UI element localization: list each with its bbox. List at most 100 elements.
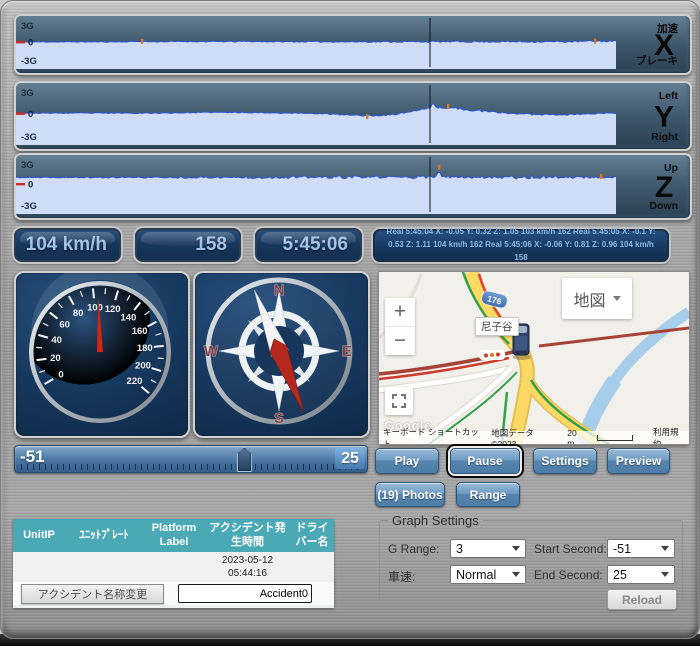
time-display: 5:45:06 [255, 228, 362, 262]
speed-display: 104 km/h [14, 228, 121, 262]
play-button[interactable]: Play [375, 448, 439, 474]
scale-0-label: 0 [28, 38, 33, 49]
zero-tick [16, 183, 25, 185]
scale-neg3g-label: -3G [21, 201, 37, 212]
end-second-select[interactable]: 25 [607, 565, 675, 584]
graph-y[interactable]: 3G0-3GLeftYRight [14, 81, 692, 151]
zoom-out-button[interactable]: − [385, 327, 415, 355]
speed-mode-label: 車速: [388, 568, 415, 585]
table-header-cell: UnitIP [13, 519, 65, 552]
table-cell [143, 552, 205, 582]
fullscreen-button[interactable] [385, 387, 413, 415]
range-button[interactable]: Range [456, 482, 520, 507]
start-second-value: -51 [613, 542, 631, 556]
timeline-slider[interactable]: -51 25 [14, 445, 368, 473]
table-cell [13, 552, 65, 582]
scale-3g-label: 3G [21, 160, 34, 171]
table-cell [65, 552, 143, 582]
slider-min-label: -51 [20, 447, 45, 467]
waveform-fill [16, 172, 616, 214]
preview-button[interactable]: Preview [607, 448, 670, 474]
gauge-tick-label: 220 [127, 376, 143, 387]
event-marker [438, 165, 440, 170]
table-cell: 2023-05-1205:44:16 [205, 552, 290, 582]
pause-button[interactable]: Pause [450, 448, 520, 474]
g-range-value: 3 [456, 542, 463, 556]
table-header-row: UnitIPﾕﾆｯﾄﾌﾟﾚｰﾄPlatform Labelアクシデント発生時間ド… [13, 519, 334, 552]
speed-mode-select[interactable]: Normal [450, 565, 526, 584]
table-header-cell: Platform Label [143, 519, 205, 552]
event-marker [447, 104, 449, 109]
accident-name-input[interactable] [178, 584, 312, 603]
graph-z[interactable]: 3G0-3GUpZDown [14, 153, 692, 220]
map-type-button[interactable]: 地図 [562, 278, 632, 319]
slider-thumb[interactable] [237, 447, 252, 472]
axis-bottom-label: ブレーキ [636, 54, 678, 67]
slider-max-label: 25 [335, 448, 365, 469]
start-second-select[interactable]: -51 [607, 539, 675, 558]
slider-ticks [21, 464, 361, 470]
map-scale-bar [597, 435, 633, 441]
place-label: 尼子谷 [475, 317, 519, 336]
chevron-down-icon [512, 546, 520, 551]
scale-3g-label: 3G [21, 88, 34, 99]
terms-link[interactable]: 利用規約 [653, 426, 685, 445]
settings-button[interactable]: Settings [533, 448, 597, 474]
axis-bottom-label: Down [649, 200, 678, 212]
photos-button[interactable]: (19) Photos [375, 482, 445, 507]
gauge-tick-label: 0 [58, 370, 63, 381]
table-row: 2023-05-1205:44:16 [13, 552, 334, 582]
table-header-cell: アクシデント発生時間 [205, 519, 290, 552]
map-scale-text: 20 m [567, 428, 585, 445]
rename-accident-button[interactable]: アクシデント名称変更 [21, 584, 164, 604]
table-header-cell: ドライバー名 [290, 519, 334, 552]
drive-recorder-dashboard: 3G0-3G加速Xブレーキ3G0-3GLeftYRight3G0-3GUpZDo… [0, 0, 700, 646]
telemetry-log: Real 5:45:04 X: -0.05 Y: 0.32 Z: 1.05 10… [373, 229, 669, 262]
cardinal-N: N [274, 282, 285, 299]
gauge-tick-label: 100 [87, 302, 103, 313]
table-header-cell: ﾕﾆｯﾄﾌﾟﾚｰﾄ [65, 519, 143, 552]
heading-value: 158 [195, 234, 227, 256]
event-marker [600, 174, 602, 179]
chevron-down-icon [512, 572, 520, 577]
graph-x[interactable]: 3G0-3G加速Xブレーキ [14, 14, 692, 75]
scale-3g-label: 3G [21, 21, 34, 32]
zero-tick [16, 113, 25, 115]
compass-panel: NESW [193, 271, 370, 438]
scale-neg3g-label: -3G [21, 132, 37, 143]
speedometer-panel: 020406080100120140160180200220 [14, 271, 190, 438]
end-second-value: 25 [613, 568, 627, 582]
gauge-tick-label: 60 [59, 319, 70, 330]
gauge-tick-label: 80 [73, 308, 84, 319]
speedometer-gauge: 020406080100120140160180200220 [16, 273, 184, 432]
gauge-tick-label: 40 [51, 335, 62, 346]
cardinal-E: E [342, 343, 352, 360]
gauge-tick-label: 20 [50, 353, 61, 364]
cardinal-S: S [274, 410, 284, 427]
map-data-attribution: 地図データ ©2023 [491, 427, 557, 445]
map[interactable]: + − 地図 176 尼子谷 Google キーボード ショートカット 地図デー… [379, 272, 689, 444]
table-cell [290, 552, 334, 582]
event-marker [366, 114, 368, 119]
waveform-fill [16, 40, 616, 69]
g-range-label: G Range: [388, 542, 439, 556]
gauge-tick-label: 140 [120, 312, 136, 323]
gauge-tick-label: 120 [105, 304, 121, 315]
axis-letter: Y [654, 101, 674, 134]
gauge-tick-label: 200 [135, 361, 151, 372]
table-controls-row: アクシデント名称変更 [13, 582, 334, 605]
gauge-tick-label: 160 [132, 326, 148, 337]
metal-panel: 3G0-3G加速Xブレーキ3G0-3GLeftYRight3G0-3GUpZDo… [0, 0, 700, 639]
zero-tick [16, 41, 25, 43]
graph-settings-panel: Graph Settings G Range: 3 Start Second: … [379, 513, 683, 601]
scale-neg3g-label: -3G [21, 56, 37, 67]
g-range-select[interactable]: 3 [450, 539, 526, 558]
map-zoom-controls: + − [385, 298, 415, 355]
zoom-in-button[interactable]: + [385, 298, 415, 327]
end-second-label: End Second: [534, 568, 603, 582]
telemetry-log-text: Real 5:45:04 X: -0.05 Y: 0.32 Z: 1.05 10… [383, 226, 659, 264]
speed-value: 104 km/h [26, 234, 107, 256]
reload-button[interactable]: Reload [607, 589, 677, 610]
heading-display: 158 [135, 228, 241, 262]
keyboard-shortcuts-link[interactable]: キーボード ショートカット [383, 426, 481, 445]
